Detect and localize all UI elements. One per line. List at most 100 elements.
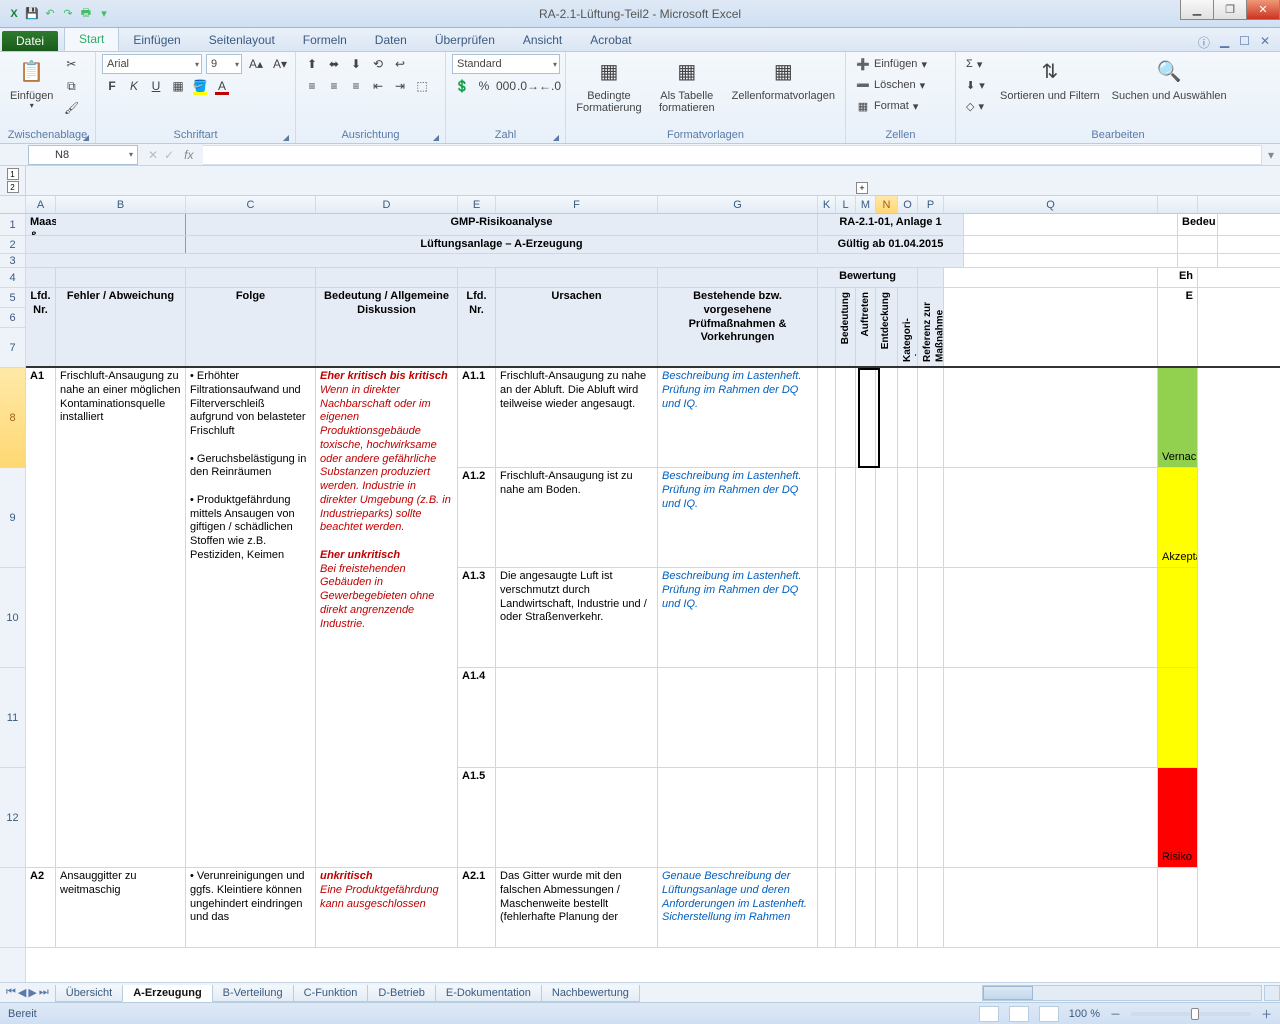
select-all-corner[interactable]	[0, 196, 26, 213]
font-name-combo[interactable]: Arial	[102, 54, 202, 74]
font-color-button[interactable]: A	[212, 76, 232, 96]
outline-level-1[interactable]: 1	[7, 168, 19, 180]
print-icon[interactable]: 🖶	[78, 6, 94, 22]
comma-button[interactable]: 000	[496, 76, 516, 96]
font-size-combo[interactable]: 9	[206, 54, 242, 74]
col-header[interactable]: D	[316, 196, 458, 213]
view-normal-button[interactable]	[979, 1006, 999, 1022]
cell[interactable]: Gültig ab 01.04.2015	[818, 236, 964, 253]
cell[interactable]: RA-2.1-01, Anlage 1	[818, 214, 964, 235]
sort-filter-button[interactable]: ⇅Sortieren und Filtern	[996, 54, 1104, 104]
col-header[interactable]: L	[836, 196, 856, 213]
cut-button[interactable]: ✂	[61, 54, 81, 74]
col-header[interactable]: O	[898, 196, 918, 213]
sheet-nav-first[interactable]: ⏮	[6, 986, 16, 999]
cell[interactable]: GMP-Risikoanalyse	[186, 214, 818, 235]
cell[interactable]: Beschreibung im Lastenheft. Prüfung im R…	[658, 468, 818, 567]
maximize-button[interactable]: ❐	[1213, 0, 1247, 20]
row-header[interactable]: 12	[0, 768, 25, 868]
expand-formula-icon[interactable]: ▾	[1262, 148, 1280, 162]
cell[interactable]: A1.5	[458, 768, 496, 867]
zoom-out-button[interactable]: －	[1110, 1006, 1121, 1022]
row-header[interactable]: 11	[0, 668, 25, 768]
restore-workbook-icon[interactable]: ☐	[1239, 34, 1250, 51]
launcher-icon[interactable]: ◢	[553, 133, 559, 142]
format-painter-button[interactable]: 🖌	[61, 98, 81, 118]
undo-icon[interactable]: ↶	[42, 6, 58, 22]
row-header-active[interactable]: 8	[0, 368, 25, 468]
wrap-text-button[interactable]: ↩	[390, 54, 410, 74]
fill-button[interactable]: ⬇▾	[962, 75, 992, 95]
cell[interactable]: A2	[26, 868, 56, 947]
row-header[interactable]: 3	[0, 254, 25, 268]
cell[interactable]: Bedeu	[1178, 214, 1218, 235]
help-icon[interactable]: ⓘ	[1198, 34, 1210, 51]
launcher-icon[interactable]: ◢	[83, 133, 89, 142]
sheet-nav-last[interactable]: ⏭	[39, 986, 49, 999]
sheet-tab[interactable]: E-Dokumentation	[435, 985, 542, 1002]
orientation-button[interactable]: ⟲	[368, 54, 388, 74]
cell[interactable]	[26, 268, 56, 287]
align-left-button[interactable]: ≡	[302, 76, 322, 96]
accounting-button[interactable]: 💲	[452, 76, 472, 96]
sheet-tab[interactable]: B-Verteilung	[212, 985, 294, 1002]
row-header[interactable]: 4	[0, 268, 25, 288]
align-right-button[interactable]: ≡	[346, 76, 366, 96]
horizontal-scrollbar[interactable]	[982, 985, 1262, 1001]
format-cells-button[interactable]: ▦Format ▾	[852, 96, 931, 116]
row-header[interactable]: 9	[0, 468, 25, 568]
cell[interactable]: Eh	[1158, 268, 1198, 287]
hdr-pruef[interactable]: Bestehende bzw. vorgesehene Prüfmaßnahme…	[658, 288, 818, 366]
paste-button[interactable]: 📋 Einfügen▾	[6, 54, 57, 113]
row-header[interactable]: 7	[0, 328, 25, 368]
conditional-formatting-button[interactable]: ▦Bedingte Formatierung	[572, 54, 646, 116]
launcher-icon[interactable]: ◢	[283, 133, 289, 142]
enter-fx-icon[interactable]: ✓	[164, 148, 174, 162]
tab-insert[interactable]: Einfügen	[119, 29, 194, 51]
formula-input[interactable]	[203, 145, 1262, 165]
align-bottom-button[interactable]: ⬇	[346, 54, 366, 74]
side-label[interactable]: Akzepta	[1158, 468, 1198, 567]
cell[interactable]: Frischluft-Ansaugung zu nahe an einer mö…	[56, 368, 186, 868]
autosum-button[interactable]: Σ▾	[962, 54, 992, 74]
tab-layout[interactable]: Seitenlayout	[195, 29, 289, 51]
col-header[interactable]: A	[26, 196, 56, 213]
italic-button[interactable]: K	[124, 76, 144, 96]
row-header[interactable]: 5	[0, 288, 25, 308]
cell[interactable]: A1.2	[458, 468, 496, 567]
hdr-auf[interactable]: Auftreten	[860, 290, 873, 338]
row-header[interactable]: 2	[0, 236, 25, 254]
cell[interactable]: Eher kritisch bis kritisch Wenn in direk…	[316, 368, 458, 868]
cell[interactable]: E	[1158, 288, 1198, 366]
col-header[interactable]	[1158, 196, 1198, 213]
col-header[interactable]: Q	[944, 196, 1158, 213]
side-label[interactable]: VernachRisiko	[1158, 368, 1198, 467]
sheet-tab[interactable]: Nachbewertung	[541, 985, 640, 1002]
cell[interactable]: Ansauggitter zu weitmaschig	[56, 868, 186, 947]
row-header[interactable]: 1	[0, 214, 25, 236]
row-header[interactable]: 6	[0, 308, 25, 328]
decrease-decimal-button[interactable]: ←.0	[540, 76, 560, 96]
underline-button[interactable]: U	[146, 76, 166, 96]
hdr-ursachen[interactable]: Ursachen	[496, 288, 658, 366]
zoom-in-button[interactable]: ＋	[1261, 1006, 1272, 1022]
tab-start[interactable]: Start	[64, 27, 119, 51]
percent-button[interactable]: %	[474, 76, 494, 96]
hdr-folge[interactable]: Folge	[186, 288, 316, 366]
sheet-nav-prev[interactable]: ◀	[18, 986, 26, 999]
hdr-kat[interactable]: Kategori-sierung	[902, 290, 918, 364]
cell[interactable]: Bewertung	[818, 268, 918, 287]
col-header[interactable]: M	[856, 196, 876, 213]
cell[interactable]: A1	[26, 368, 56, 868]
vertical-scrollbar-btn[interactable]	[1264, 985, 1280, 1001]
align-middle-button[interactable]: ⬌	[324, 54, 344, 74]
hdr-ref[interactable]: Referenz zur Maßnahme	[922, 290, 944, 364]
cell[interactable]: A1.4	[458, 668, 496, 767]
fill-color-button[interactable]: 🪣	[190, 76, 210, 96]
shrink-font-button[interactable]: A▾	[270, 54, 290, 74]
delete-cells-button[interactable]: ➖Löschen ▾	[852, 75, 931, 95]
cell[interactable]: Die angesaugte Luft ist verschmutzt durc…	[496, 568, 658, 667]
col-header[interactable]: C	[186, 196, 316, 213]
hdr-ent[interactable]: Entdeckung	[880, 290, 893, 351]
cell[interactable]: Das Gitter wurde mit den falschen Abmess…	[496, 868, 658, 947]
